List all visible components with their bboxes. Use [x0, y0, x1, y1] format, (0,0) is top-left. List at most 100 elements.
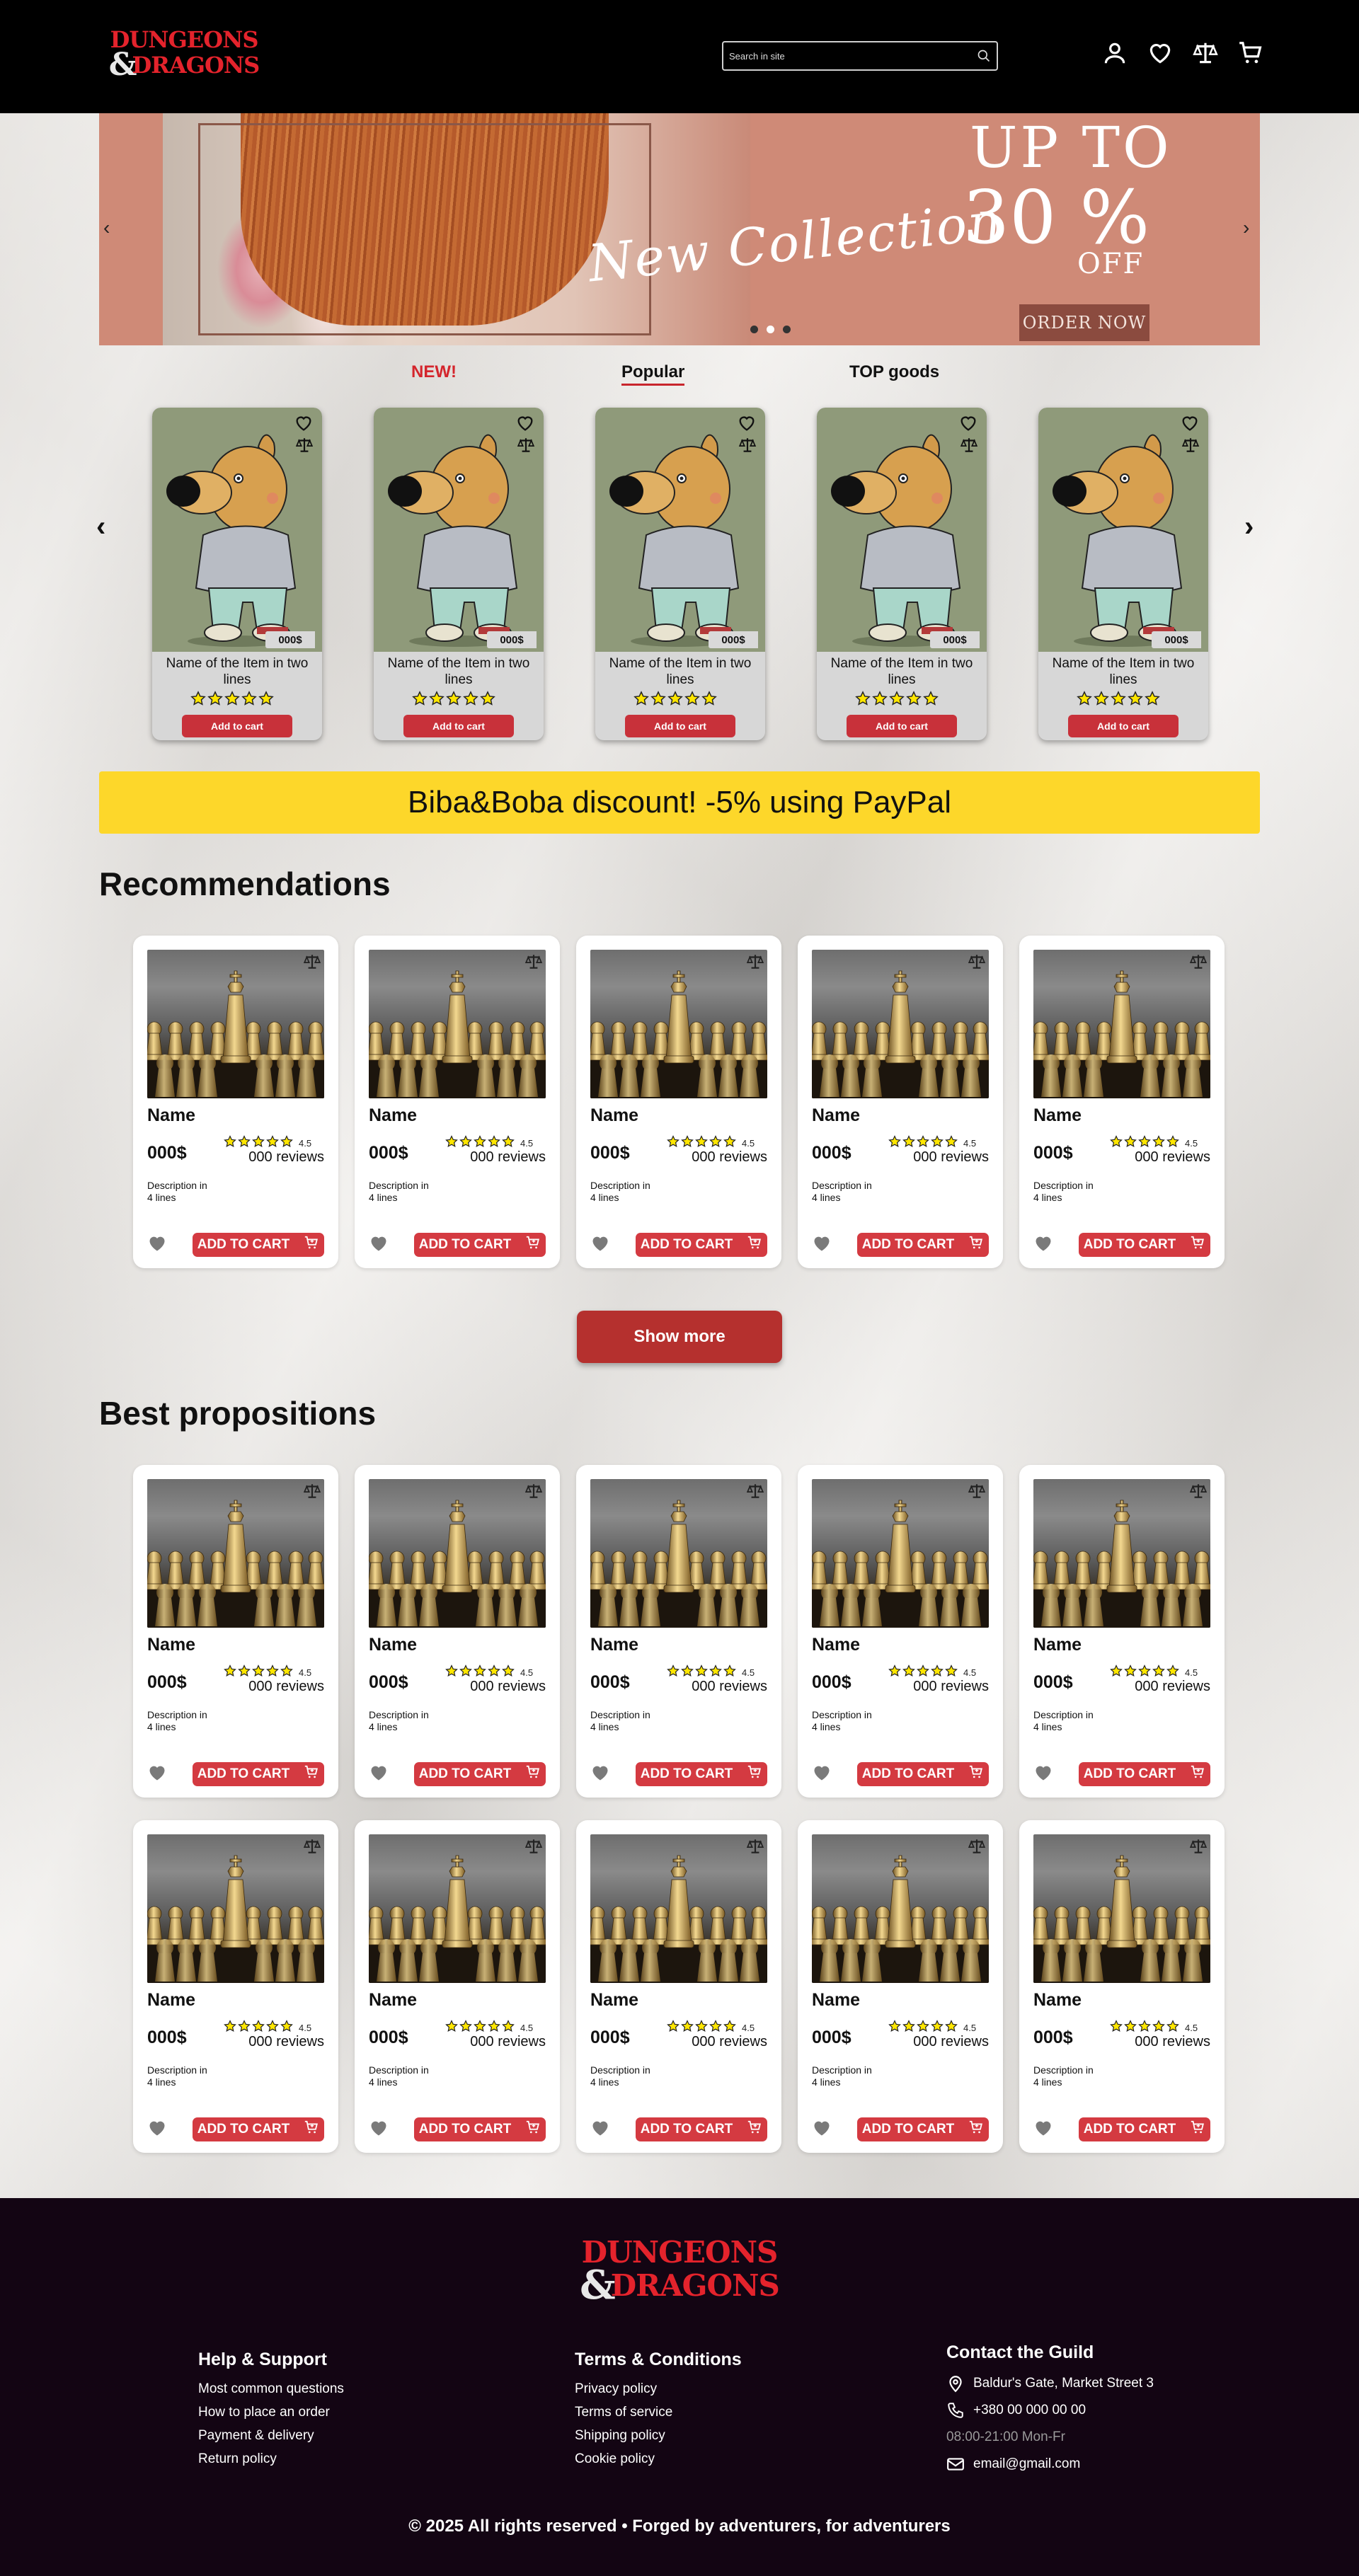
product-image[interactable] [590, 1479, 767, 1628]
product-card[interactable]: Name 000$ 4.5 000 reviews Description in… [355, 1465, 560, 1798]
add-to-cart-button[interactable]: ADD TO CART [636, 2117, 767, 2141]
product-card[interactable]: Name 000$ 4.5 000 reviews Description in… [798, 1820, 1003, 2153]
compare-scales-icon[interactable] [1189, 953, 1208, 971]
compare-scales-icon[interactable] [1181, 436, 1200, 454]
product-name[interactable]: Name [590, 1635, 638, 1655]
review-count[interactable]: 000 reviews [1135, 2034, 1210, 2050]
add-to-cart-button[interactable]: ADD TO CART [1079, 1233, 1210, 1257]
review-count[interactable]: 000 reviews [470, 2034, 546, 2050]
contact-phone[interactable]: +380 00 000 00 00 [973, 2403, 1086, 2418]
product-name[interactable]: Name [590, 1105, 638, 1126]
compare-scales-icon[interactable] [738, 436, 757, 454]
order-now-button[interactable]: ORDER NOW [1019, 304, 1149, 341]
wishlist-heart-icon[interactable] [958, 413, 978, 433]
footer-link[interactable]: Payment & delivery [198, 2424, 344, 2447]
footer-link[interactable]: Shipping policy [575, 2424, 742, 2447]
compare-scales-icon[interactable] [295, 436, 314, 454]
product-name[interactable]: Name [812, 1635, 860, 1655]
add-to-cart-button[interactable]: ADD TO CART [1079, 1762, 1210, 1786]
product-name[interactable]: Name [1033, 1105, 1082, 1126]
product-name[interactable]: Name of the Item in two lines [1038, 655, 1208, 688]
product-name[interactable]: Name [590, 1990, 638, 2011]
add-to-cart-button[interactable]: ADD TO CART [857, 1233, 989, 1257]
product-card[interactable]: Name 000$ 4.5 000 reviews Description in… [798, 1465, 1003, 1798]
review-count[interactable]: 000 reviews [692, 1149, 767, 1166]
product-card[interactable]: Name 000$ 4.5 000 reviews Description in… [576, 936, 781, 1268]
product-image[interactable] [147, 1479, 324, 1628]
footer-link[interactable]: Terms of service [575, 2400, 742, 2424]
footer-link[interactable]: Cookie policy [575, 2447, 742, 2471]
show-more-button[interactable]: Show more [577, 1311, 782, 1363]
featured-product-card[interactable]: 000$ Name of the Item in two lines Add t… [374, 408, 544, 740]
carousel-next-arrow-icon[interactable]: › [1244, 511, 1254, 543]
product-image[interactable] [812, 1834, 989, 1983]
add-to-cart-button[interactable]: ADD TO CART [1079, 2117, 1210, 2141]
product-image[interactable] [590, 950, 767, 1098]
slide-dot[interactable] [783, 326, 791, 333]
add-to-cart-button[interactable]: ADD TO CART [414, 1233, 546, 1257]
wishlist-heart-icon[interactable] [147, 1234, 167, 1253]
footer-link[interactable]: How to place an order [198, 2400, 344, 2424]
product-name[interactable]: Name of the Item in two lines [817, 655, 987, 688]
wishlist-heart-icon[interactable] [737, 413, 757, 433]
compare-scales-icon[interactable] [303, 953, 321, 971]
add-to-cart-button[interactable]: Add to cart [847, 715, 957, 737]
compare-scales-icon[interactable] [524, 1482, 543, 1500]
product-image[interactable] [1033, 950, 1210, 1098]
compare-scales-icon[interactable] [746, 1482, 764, 1500]
favorites-heart-icon[interactable] [1147, 40, 1174, 67]
compare-scales-icon[interactable] [960, 436, 978, 454]
footer-link[interactable]: Return policy [198, 2447, 344, 2471]
add-to-cart-button[interactable]: ADD TO CART [414, 2117, 546, 2141]
wishlist-heart-icon[interactable] [369, 1234, 389, 1253]
product-image[interactable] [812, 1479, 989, 1628]
add-to-cart-button[interactable]: ADD TO CART [636, 1762, 767, 1786]
add-to-cart-button[interactable]: ADD TO CART [414, 1762, 546, 1786]
product-name[interactable]: Name of the Item in two lines [152, 655, 322, 688]
review-count[interactable]: 000 reviews [248, 1149, 324, 1166]
product-image[interactable] [369, 1479, 546, 1628]
compare-scales-icon[interactable] [746, 953, 764, 971]
product-name[interactable]: Name [147, 1635, 195, 1655]
product-name[interactable]: Name [369, 1105, 417, 1126]
compare-scales-icon[interactable] [1189, 1482, 1208, 1500]
compare-scales-icon[interactable] [968, 1482, 986, 1500]
product-card[interactable]: Name 000$ 4.5 000 reviews Description in… [355, 1820, 560, 2153]
compare-scales-icon[interactable] [303, 1482, 321, 1500]
hero-prev-arrow-icon[interactable]: ‹ [103, 217, 110, 239]
review-count[interactable]: 000 reviews [692, 2034, 767, 2050]
wishlist-heart-icon[interactable] [369, 1763, 389, 1783]
add-to-cart-button[interactable]: ADD TO CART [857, 2117, 989, 2141]
compare-scales-icon[interactable] [524, 1837, 543, 1856]
review-count[interactable]: 000 reviews [1135, 1679, 1210, 1695]
product-image[interactable] [147, 1834, 324, 1983]
featured-product-card[interactable]: 000$ Name of the Item in two lines Add t… [595, 408, 765, 740]
review-count[interactable]: 000 reviews [913, 1149, 989, 1166]
product-name[interactable]: Name [369, 1635, 417, 1655]
compare-scales-icon[interactable] [524, 953, 543, 971]
promo-banner[interactable]: Biba&Boba discount! -5% using PayPal [99, 771, 1260, 834]
wishlist-heart-icon[interactable] [147, 1763, 167, 1783]
review-count[interactable]: 000 reviews [692, 1679, 767, 1695]
add-to-cart-button[interactable]: ADD TO CART [857, 1762, 989, 1786]
compare-scales-icon[interactable] [968, 953, 986, 971]
wishlist-heart-icon[interactable] [369, 2118, 389, 2138]
product-image[interactable] [1033, 1479, 1210, 1628]
wishlist-heart-icon[interactable] [1033, 1234, 1053, 1253]
compare-scales-icon[interactable] [1192, 40, 1219, 67]
compare-scales-icon[interactable] [746, 1837, 764, 1856]
wishlist-heart-icon[interactable] [590, 2118, 610, 2138]
add-to-cart-button[interactable]: ADD TO CART [636, 1233, 767, 1257]
wishlist-heart-icon[interactable] [812, 1234, 832, 1253]
wishlist-heart-icon[interactable] [1033, 1763, 1053, 1783]
product-card[interactable]: Name 000$ 4.5 000 reviews Description in… [133, 1820, 338, 2153]
review-count[interactable]: 000 reviews [1135, 1149, 1210, 1166]
search-icon[interactable] [977, 49, 991, 63]
product-name[interactable]: Name [1033, 1990, 1082, 2011]
tab-new[interactable]: NEW! [411, 362, 457, 382]
product-card[interactable]: Name 000$ 4.5 000 reviews Description in… [576, 1820, 781, 2153]
review-count[interactable]: 000 reviews [248, 2034, 324, 2050]
footer-logo[interactable]: DUNGEONS & DRAGONS [580, 2236, 780, 2307]
product-image[interactable] [812, 950, 989, 1098]
user-icon[interactable] [1101, 40, 1128, 67]
